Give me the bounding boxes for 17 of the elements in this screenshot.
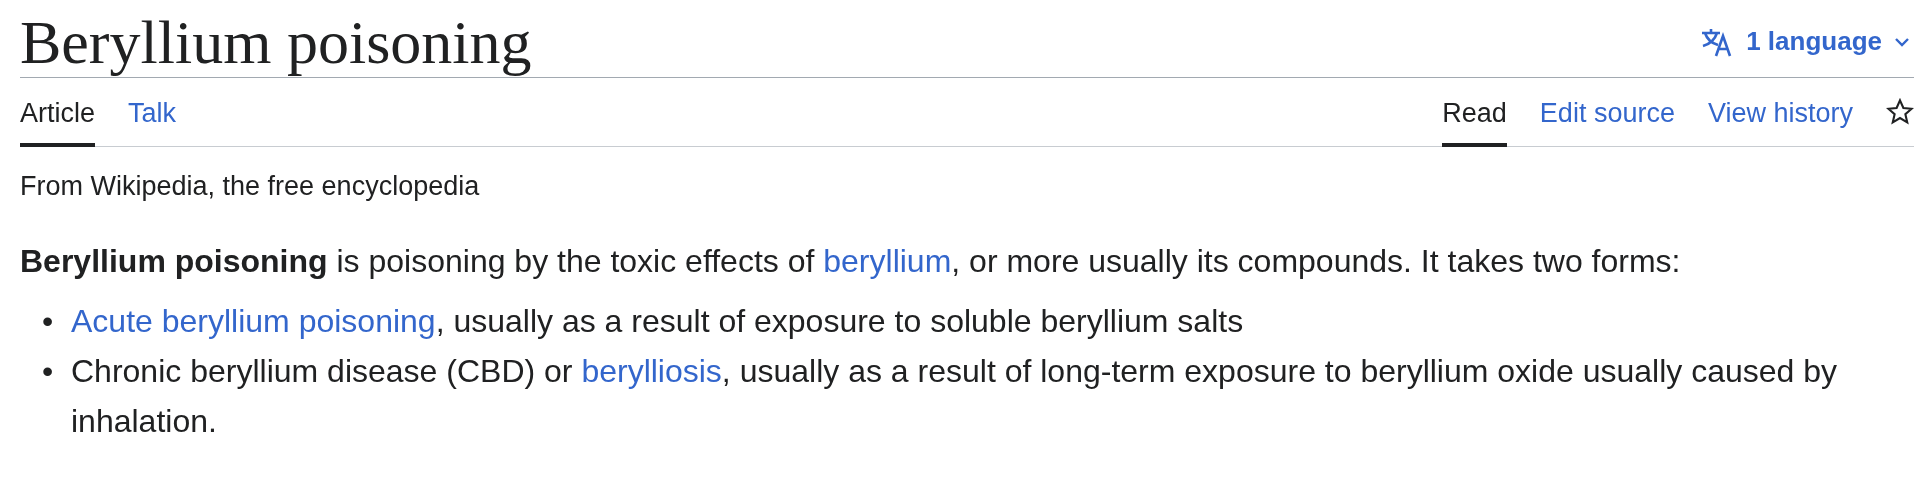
article-link[interactable]: Acute beryllium poisoning — [71, 303, 436, 339]
view-tab[interactable]: Read — [1442, 86, 1507, 147]
namespace-tab[interactable]: Article — [20, 86, 95, 147]
view-tab[interactable]: Edit source — [1539, 86, 1675, 147]
namespace-tab[interactable]: Talk — [128, 86, 177, 147]
article-link[interactable]: beryllium — [823, 243, 952, 279]
list-item: Chronic beryllium disease (CBD) or berylliosis, usually as a result of long-term exposure to beryllium oxide usually caused by inhalation. — [71, 352, 1839, 441]
language-button[interactable]: 1 language — [1700, 26, 1914, 57]
bullet: • — [41, 352, 55, 391]
list-item: Acute beryllium poisoning, usually as a result of exposure to soluble beryllium salts — [71, 302, 1245, 341]
bullet: • — [41, 302, 55, 341]
tagline: From Wikipedia, the free encyclopedia — [20, 171, 481, 202]
star-icon[interactable] — [1886, 98, 1914, 126]
intro-paragraph: Beryllium poisoning is poisoning by the toxic effects of beryllium, or more usually its compounds. It takes two forms: — [20, 242, 1682, 281]
view-tab[interactable]: View history — [1707, 86, 1853, 147]
chevron-down-icon — [1894, 36, 1910, 47]
article-link[interactable]: berylliosis — [581, 353, 722, 389]
